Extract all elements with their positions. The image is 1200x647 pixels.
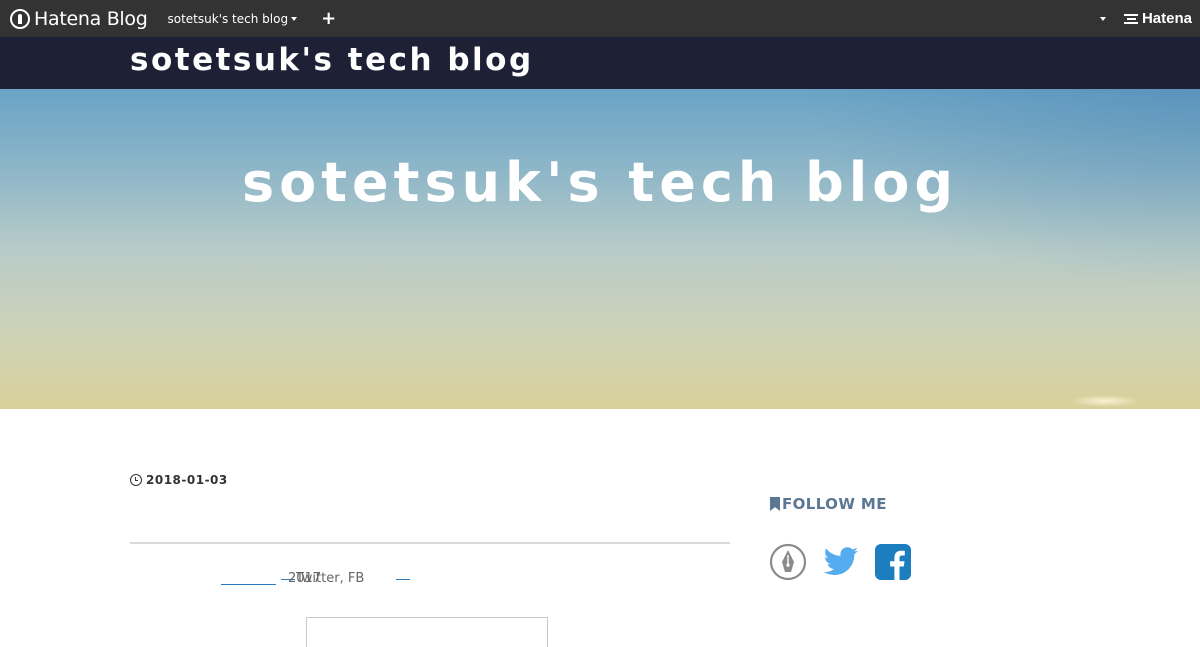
entry-date-text: 2018-01-03 — [146, 473, 228, 487]
entry-divider — [130, 542, 730, 544]
blog-switcher-label: sotetsuk's tech blog — [167, 11, 289, 26]
blog-title-link[interactable]: sotetsuk's tech blog — [130, 42, 534, 78]
entry-link-underline[interactable] — [396, 579, 410, 580]
hatena-brand-link[interactable]: Hatena — [1123, 10, 1192, 27]
embed-card[interactable] — [306, 617, 548, 647]
follow-me-heading-text: FOLLOW ME — [782, 495, 887, 513]
hatena-blog-logo[interactable]: Hatena Blog — [10, 0, 148, 37]
entry-date[interactable]: 2018-01-03 — [130, 473, 228, 487]
clock-icon — [130, 474, 142, 486]
blog-header: sotetsuk's tech blog — [0, 37, 1200, 89]
hatena-blog-logo-icon — [10, 8, 30, 29]
hatena-pen-icon[interactable] — [769, 543, 807, 581]
hero-cloud-decoration — [1070, 395, 1140, 407]
twitter-icon[interactable] — [823, 546, 859, 578]
blog-switcher[interactable]: sotetsuk's tech blog — [168, 12, 298, 26]
caret-down-icon — [291, 16, 298, 21]
hero-title[interactable]: sotetsuk's tech blog — [0, 151, 1200, 214]
facebook-icon[interactable] — [875, 544, 911, 580]
follow-icons — [769, 543, 911, 581]
bookmark-icon — [770, 497, 780, 511]
account-menu-caret-icon[interactable] — [1099, 16, 1106, 21]
follow-me-heading: FOLLOW ME — [770, 495, 887, 513]
add-post-button[interactable]: + — [321, 9, 336, 28]
hatena-brand-icon — [1123, 12, 1138, 26]
entry-link-underline[interactable] — [221, 584, 276, 585]
hero-banner: sotetsuk's tech blog — [0, 89, 1200, 409]
hatena-blog-logo-text: Hatena Blog — [34, 7, 148, 30]
hatena-global-bar: Hatena Blog sotetsuk's tech blog + Haten… — [0, 0, 1200, 37]
entry-snippet-text: Twitter, FB — [296, 571, 365, 586]
hatena-brand-text: Hatena — [1141, 10, 1192, 27]
